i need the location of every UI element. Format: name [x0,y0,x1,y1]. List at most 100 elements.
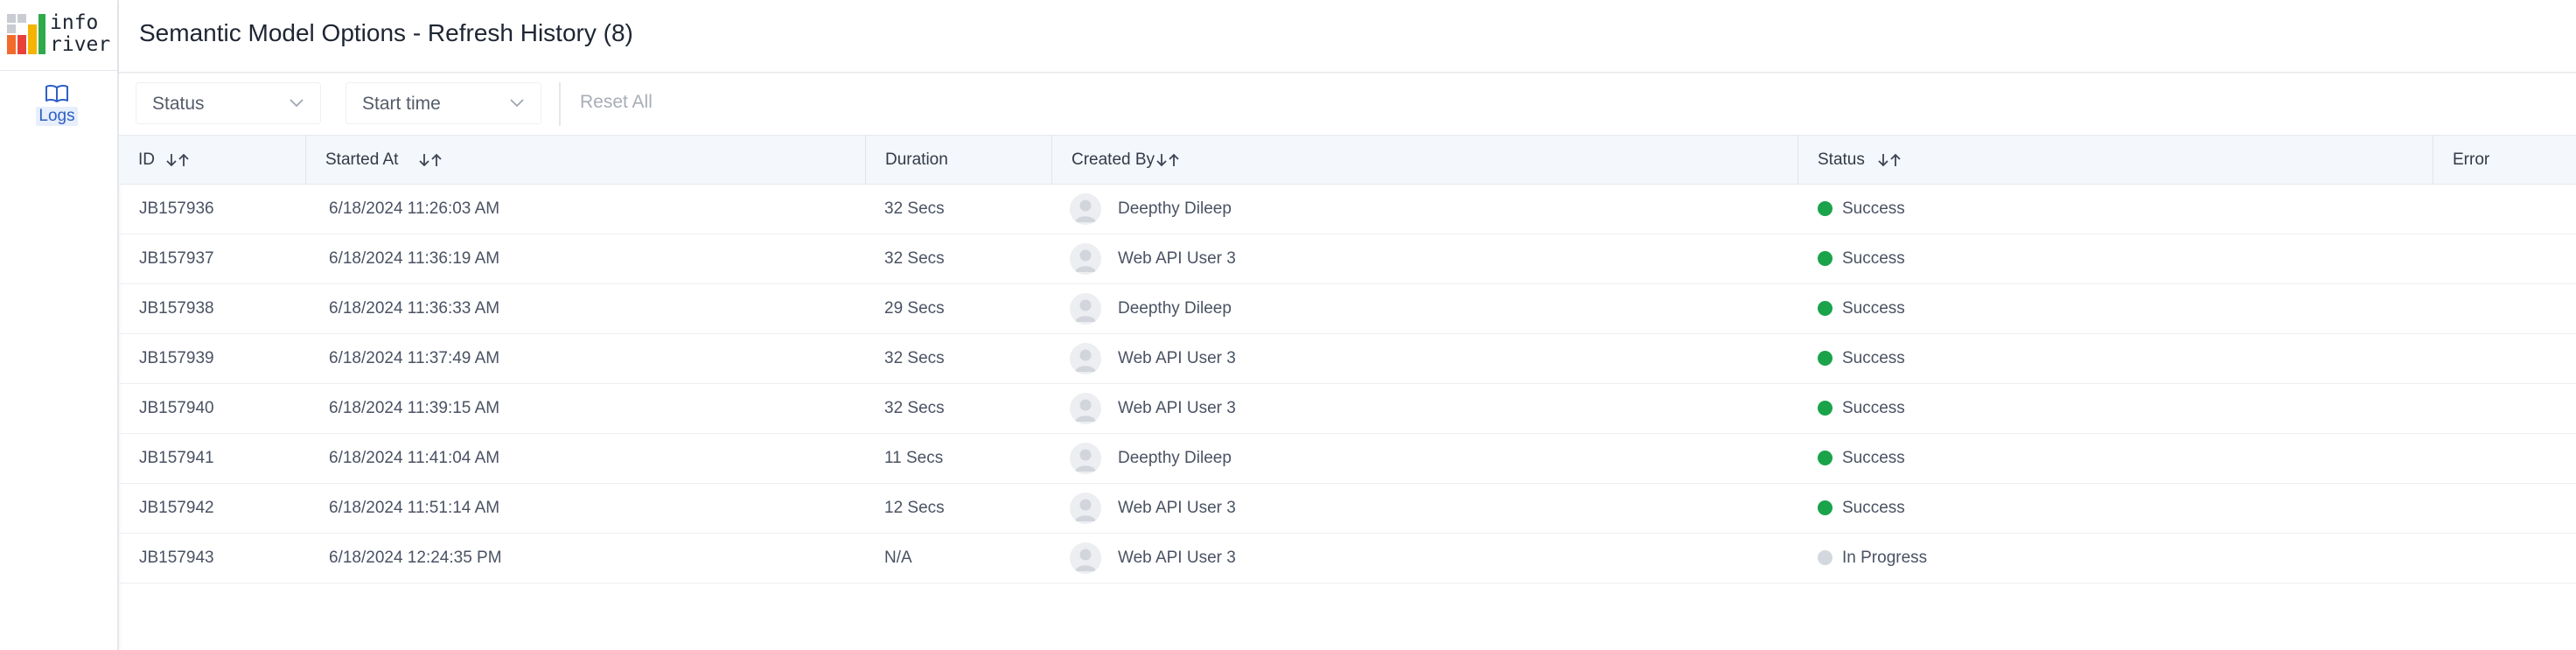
cell-started-at: 6/18/2024 11:36:33 AM [329,299,500,318]
start-time-filter-label: Start time [362,94,441,114]
sort-icon[interactable] [1877,152,1903,168]
table-row[interactable]: JB157936 6/18/2024 11:26:03 AM 32 Secs D… [119,185,2576,234]
cell-duration: 32 Secs [884,399,945,417]
cell-duration: 32 Secs [884,349,945,367]
status-filter-label: Status [152,94,205,114]
avatar [1070,393,1101,424]
page-header: Semantic Model Options - Refresh History… [119,0,2576,73]
sort-icon[interactable] [418,152,444,168]
status-filter-dropdown[interactable]: Status [136,82,321,124]
column-header-started-at[interactable]: Started At [306,136,866,184]
cell-id: JB157938 [139,299,214,318]
table-row[interactable]: JB157937 6/18/2024 11:36:19 AM 32 Secs W… [119,234,2576,284]
cell-created-by: Deepthy Dileep [1118,449,1232,467]
chevron-down-icon [290,99,304,108]
avatar [1070,193,1101,225]
logo-line-1: info [50,11,99,34]
status-success-icon [1818,451,1833,465]
logo-wordmark: info river [50,12,110,56]
column-header-created-by[interactable]: Created By [1052,136,1798,184]
status-in-progress-icon [1818,550,1833,565]
cell-duration: N/A [884,549,912,567]
avatar [1070,343,1101,374]
table-row[interactable]: JB157939 6/18/2024 11:37:49 AM 32 Secs W… [119,334,2576,384]
cell-duration: 29 Secs [884,299,945,318]
page-title: Semantic Model Options - Refresh History… [139,19,633,46]
reset-all-button[interactable]: Reset All [580,92,653,113]
sort-icon[interactable] [165,152,192,168]
refresh-history-table: ID Started At Duration Created By Status… [119,135,2576,584]
cell-started-at: 6/18/2024 11:41:04 AM [329,449,500,467]
cell-status: Success [1842,399,1905,417]
avatar [1070,542,1101,574]
cell-id: JB157943 [139,549,214,567]
cell-status: In Progress [1842,549,1928,567]
cell-status: Success [1842,299,1905,318]
table-row[interactable]: JB157938 6/18/2024 11:36:33 AM 29 Secs D… [119,284,2576,334]
cell-id: JB157936 [139,199,214,218]
cell-started-at: 6/18/2024 11:39:15 AM [329,399,500,417]
status-success-icon [1818,351,1833,366]
nav-item-logs-label: Logs [36,107,78,126]
cell-created-by: Web API User 3 [1118,499,1236,517]
cell-created-by: Web API User 3 [1118,249,1236,268]
avatar [1070,293,1101,325]
cell-created-by: Web API User 3 [1118,549,1236,567]
avatar [1070,443,1101,474]
status-success-icon [1818,251,1833,266]
cell-duration: 32 Secs [884,199,945,218]
status-success-icon [1818,401,1833,416]
cell-status: Success [1842,499,1905,517]
table-row[interactable]: JB157942 6/18/2024 11:51:14 AM 12 Secs W… [119,484,2576,534]
column-header-error-label: Error [2453,150,2490,169]
cell-status: Success [1842,199,1905,218]
cell-duration: 32 Secs [884,249,945,268]
cell-id: JB157942 [139,499,214,517]
start-time-filter-dropdown[interactable]: Start time [346,82,541,124]
column-header-started-at-label: Started At [325,150,399,169]
cell-id: JB157939 [139,349,214,367]
cell-duration: 11 Secs [884,449,944,467]
cell-id: JB157941 [139,449,214,467]
column-header-status[interactable]: Status [1798,136,2433,184]
column-header-status-label: Status [1818,150,1865,169]
column-header-error: Error [2433,136,2576,184]
filter-bar: Status Start time Reset All [119,73,2576,135]
column-header-duration: Duration [866,136,1052,184]
inforiver-logo: info river [0,0,117,71]
cell-started-at: 6/18/2024 11:37:49 AM [329,349,500,367]
table-row[interactable]: JB157943 6/18/2024 12:24:35 PM N/A Web A… [119,534,2576,584]
cell-id: JB157937 [139,249,214,268]
cell-started-at: 6/18/2024 12:24:35 PM [329,549,502,567]
sort-icon[interactable] [1155,152,1182,168]
logo-line-2: river [50,33,111,56]
cell-created-by: Deepthy Dileep [1118,199,1232,218]
table-header: ID Started At Duration Created By Status… [119,135,2576,185]
cell-status: Success [1842,349,1905,367]
chevron-down-icon [510,99,524,108]
cell-status: Success [1842,449,1905,467]
nav-item-logs[interactable]: Logs [31,84,82,126]
cell-started-at: 6/18/2024 11:51:14 AM [329,499,500,517]
column-header-created-by-label: Created By [1072,150,1155,169]
cell-created-by: Deepthy Dileep [1118,299,1232,318]
avatar [1070,493,1101,524]
table-body: JB157936 6/18/2024 11:26:03 AM 32 Secs D… [119,185,2576,584]
column-header-id-label: ID [138,150,155,169]
left-nav: info river Logs [0,0,119,650]
column-header-duration-label: Duration [885,150,948,169]
table-row[interactable]: JB157941 6/18/2024 11:41:04 AM 11 Secs D… [119,434,2576,484]
avatar [1070,243,1101,275]
cell-started-at: 6/18/2024 11:26:03 AM [329,199,500,218]
column-header-id[interactable]: ID [119,136,306,184]
status-success-icon [1818,301,1833,316]
cell-started-at: 6/18/2024 11:36:19 AM [329,249,500,268]
table-row[interactable]: JB157940 6/18/2024 11:39:15 AM 32 Secs W… [119,384,2576,434]
cell-id: JB157940 [139,399,214,417]
book-icon [45,84,68,102]
logo-bars-icon [7,14,45,54]
cell-duration: 12 Secs [884,499,945,517]
cell-status: Success [1842,249,1905,268]
cell-created-by: Web API User 3 [1118,349,1236,367]
status-success-icon [1818,500,1833,515]
